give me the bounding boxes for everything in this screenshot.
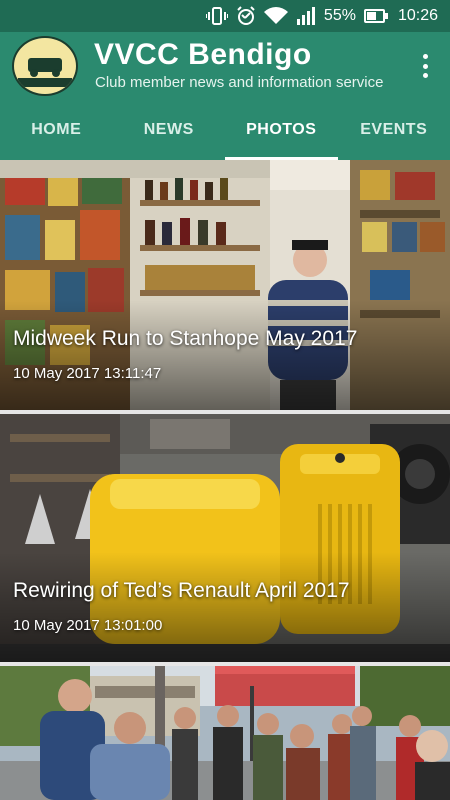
signal-icon — [296, 7, 316, 25]
club-logo — [12, 36, 78, 96]
album-photo — [0, 666, 450, 800]
alarm-icon — [236, 6, 256, 26]
album-card[interactable]: Rewiring of Ted’s Renault April 2017 10 … — [0, 414, 450, 662]
album-card[interactable]: Midweek Run to Stanhope May 2017 10 May … — [0, 160, 450, 410]
tab-photos[interactable]: PHOTOS — [225, 100, 338, 160]
tab-news[interactable]: NEWS — [113, 100, 226, 160]
status-bar: 55% 10:26 — [0, 0, 450, 32]
app-title: VVCC Bendigo — [94, 38, 312, 71]
album-date: 10 May 2017 13:11:47 — [13, 365, 162, 382]
more-vert-icon[interactable] — [420, 54, 430, 78]
vibrate-icon — [205, 7, 228, 25]
battery-icon — [363, 9, 388, 23]
album-date: 10 May 2017 13:01:00 — [13, 617, 163, 634]
wifi-icon — [263, 7, 288, 25]
tab-events[interactable]: EVENTS — [338, 100, 450, 160]
app-subtitle: Club member news and information service — [95, 74, 384, 91]
caption-scrim — [0, 300, 450, 410]
tab-bar: HOME NEWS PHOTOS EVENTS — [0, 100, 450, 160]
clock: 10:26 — [397, 7, 438, 24]
album-card[interactable] — [0, 666, 450, 800]
album-title: Rewiring of Ted’s Renault April 2017 — [13, 579, 350, 602]
app-bar: VVCC Bendigo Club member news and inform… — [0, 32, 450, 100]
photo-album-list: Midweek Run to Stanhope May 2017 10 May … — [0, 160, 450, 800]
tab-home[interactable]: HOME — [0, 100, 113, 160]
album-title: Midweek Run to Stanhope May 2017 — [13, 327, 358, 350]
caption-scrim — [0, 552, 450, 662]
battery-percent: 55% — [323, 7, 356, 24]
